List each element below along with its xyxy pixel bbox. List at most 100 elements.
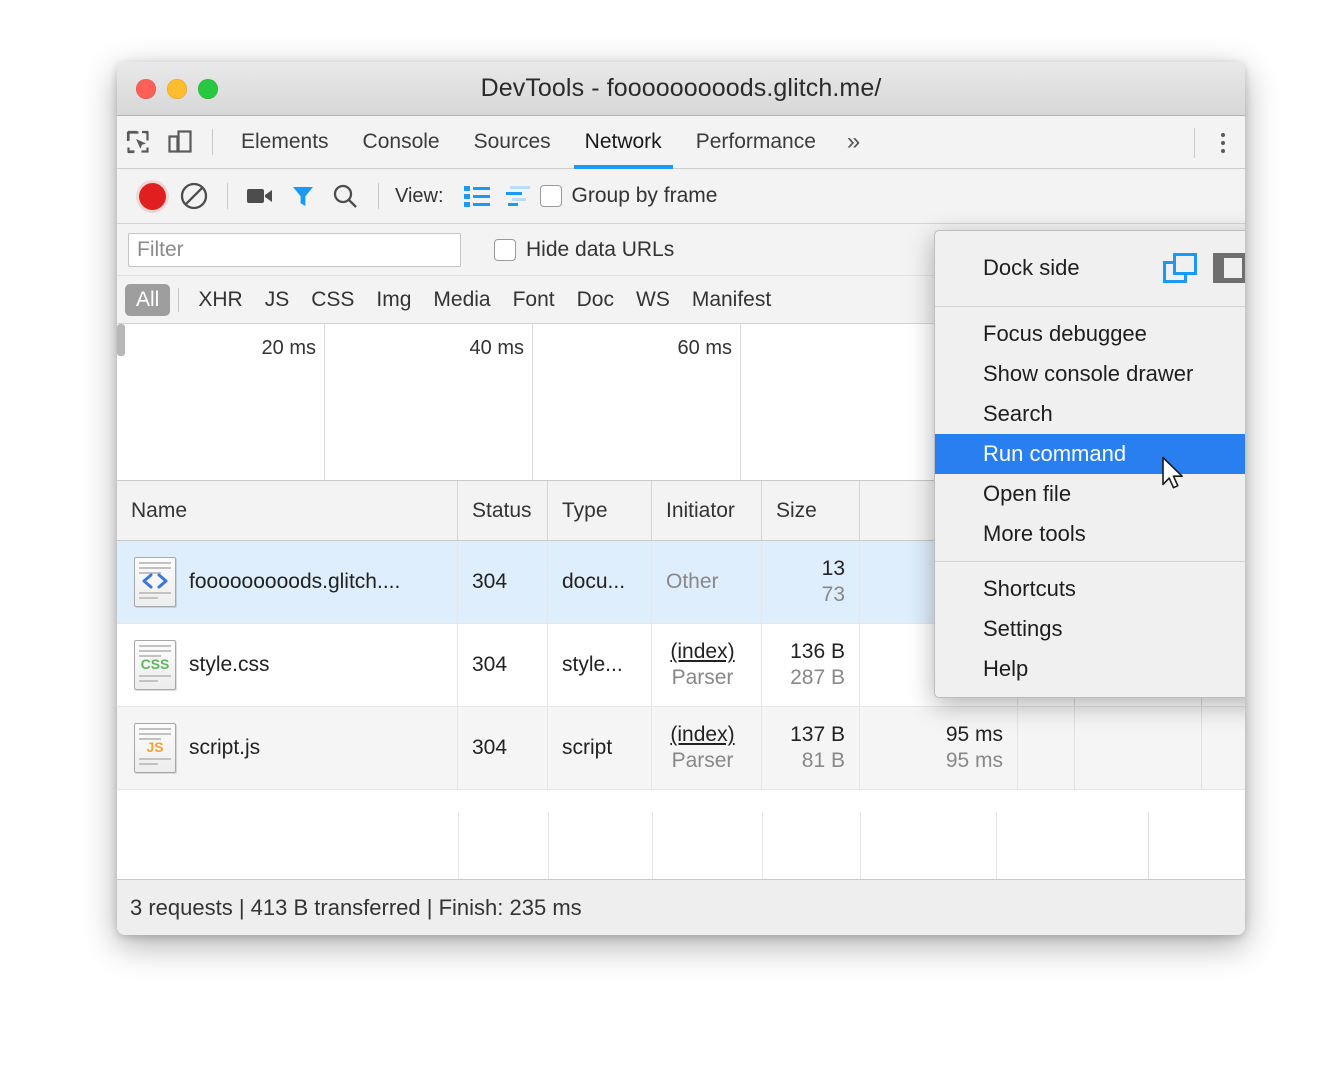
column-header-status[interactable]: Status <box>458 481 548 540</box>
close-button[interactable] <box>136 79 156 99</box>
request-type: script <box>562 736 612 760</box>
menu-item-label: Shortcuts <box>983 576 1076 602</box>
menu-item-run-command[interactable]: Run command ⌘ ⇧ P <box>935 434 1245 474</box>
time-value: 95 ms <box>946 723 1003 747</box>
network-toolbar: View: Group by frame <box>117 169 1245 224</box>
type-filter-label: Manifest <box>692 288 771 311</box>
menu-item-focus-debuggee[interactable]: Focus debuggee <box>935 314 1245 354</box>
search-icon[interactable] <box>324 175 366 217</box>
type-filter-all[interactable]: All <box>125 284 170 316</box>
column-label: Status <box>472 499 532 523</box>
request-name-cell[interactable]: CSS style.css <box>117 624 458 706</box>
table-empty-area <box>117 812 1245 879</box>
dock-side-options <box>1163 253 1245 283</box>
devtools-window: DevTools - fooooooooods.glitch.me/ Eleme… <box>117 62 1245 935</box>
record-button[interactable] <box>131 175 173 217</box>
hide-data-urls-control[interactable]: Hide data URLs <box>494 238 674 262</box>
time-sub-value: 95 ms <box>946 749 1003 773</box>
tab-elements[interactable]: Elements <box>224 116 346 169</box>
request-type-cell: style... <box>548 624 652 706</box>
menu-item-help[interactable]: Help ▶ <box>935 649 1245 689</box>
filter-input[interactable] <box>128 233 461 267</box>
initiator-sub: Parser <box>672 666 734 690</box>
type-filter-media[interactable]: Media <box>422 284 501 316</box>
tab-console[interactable]: Console <box>346 116 457 169</box>
column-header-initiator[interactable]: Initiator <box>652 481 762 540</box>
request-name-cell[interactable]: fooooooooods.glitch.... <box>117 541 458 623</box>
menu-item-label: Show console drawer <box>983 361 1193 387</box>
size-value: 136 B <box>790 640 845 664</box>
menu-item-label: Search <box>983 401 1053 427</box>
tab-sources[interactable]: Sources <box>457 116 568 169</box>
menu-item-open-file[interactable]: Open file ⌘ P <box>935 474 1245 514</box>
column-header-size[interactable]: Size <box>762 481 860 540</box>
inspect-element-icon[interactable] <box>117 121 159 163</box>
ruler-tick-label: 60 ms <box>678 337 732 360</box>
status-code: 304 <box>472 653 507 677</box>
filter-funnel-icon[interactable] <box>282 175 324 217</box>
tab-performance[interactable]: Performance <box>679 116 833 169</box>
more-options-icon[interactable] <box>1201 121 1245 165</box>
type-filter-manifest[interactable]: Manifest <box>681 284 782 316</box>
table-row[interactable]: JS script.js 304 script (index) Parser 1… <box>117 707 1245 790</box>
request-status-cell: 304 <box>458 624 548 706</box>
tab-label: Network <box>585 130 662 154</box>
type-filter-js[interactable]: JS <box>254 284 301 316</box>
menu-item-settings[interactable]: Settings F1 <box>935 609 1245 649</box>
type-filter-label: WS <box>636 288 670 311</box>
waterfall-view-icon[interactable] <box>498 175 540 217</box>
size-value: 13 <box>822 557 845 581</box>
initiator-link[interactable]: (index) <box>670 640 734 664</box>
device-toolbar-icon[interactable] <box>159 121 201 163</box>
type-filter-ws[interactable]: WS <box>625 284 681 316</box>
menu-item-shortcuts[interactable]: Shortcuts <box>935 569 1245 609</box>
hide-data-urls-checkbox[interactable] <box>494 239 516 261</box>
clear-icon[interactable] <box>173 175 215 217</box>
status-code: 304 <box>472 570 507 594</box>
type-filter-label: Media <box>433 288 490 311</box>
type-filter-xhr[interactable]: XHR <box>187 284 253 316</box>
undock-into-separate-window-icon[interactable] <box>1163 253 1197 283</box>
column-label: Name <box>131 499 187 523</box>
size-value: 137 B <box>790 723 845 747</box>
window-title: DevTools - fooooooooods.glitch.me/ <box>117 74 1245 103</box>
screenshot-camera-icon[interactable] <box>240 175 282 217</box>
type-filter-label: Img <box>376 288 411 311</box>
column-header-name[interactable]: Name <box>117 481 458 540</box>
minimize-button[interactable] <box>167 79 187 99</box>
request-name: style.css <box>189 653 270 677</box>
maximize-button[interactable] <box>198 79 218 99</box>
type-filter-font[interactable]: Font <box>502 284 566 316</box>
ruler-tick-60ms: 60 ms <box>533 324 741 480</box>
type-filter-css[interactable]: CSS <box>300 284 365 316</box>
dock-to-left-icon[interactable] <box>1213 253 1245 283</box>
toolbar-divider <box>178 288 179 312</box>
column-header-type[interactable]: Type <box>548 481 652 540</box>
request-waterfall-cell <box>1018 707 1245 789</box>
hide-data-urls-label: Hide data URLs <box>526 238 674 262</box>
group-by-frame-checkbox[interactable] <box>540 185 562 207</box>
type-filter-label: All <box>136 288 159 311</box>
request-size-cell: 137 B 81 B <box>762 707 860 789</box>
initiator-link[interactable]: (index) <box>670 723 734 747</box>
menu-item-label: Focus debuggee <box>983 321 1147 347</box>
type-filter-img[interactable]: Img <box>365 284 422 316</box>
toolbar-divider <box>212 129 213 155</box>
tab-network[interactable]: Network <box>568 116 679 169</box>
initiator-sub: Parser <box>672 749 734 773</box>
menu-item-label: Help <box>983 656 1028 682</box>
type-filter-label: JS <box>265 288 290 311</box>
list-view-icon[interactable] <box>456 175 498 217</box>
menu-item-search[interactable]: Search ⌘ ⌥ F <box>935 394 1245 434</box>
menu-item-more-tools[interactable]: More tools ▶ <box>935 514 1245 554</box>
type-filter-doc[interactable]: Doc <box>566 284 625 316</box>
menu-item-show-console-drawer[interactable]: Show console drawer Esc <box>935 354 1245 394</box>
request-name: fooooooooods.glitch.... <box>189 570 400 594</box>
menu-divider <box>935 561 1245 562</box>
request-name-cell[interactable]: JS script.js <box>117 707 458 789</box>
request-type-cell: docu... <box>548 541 652 623</box>
tab-overflow-button[interactable]: » <box>833 116 874 169</box>
size-sub-value: 73 <box>822 583 845 607</box>
mouse-pointer <box>1161 456 1187 497</box>
toolbar-divider <box>227 183 228 209</box>
